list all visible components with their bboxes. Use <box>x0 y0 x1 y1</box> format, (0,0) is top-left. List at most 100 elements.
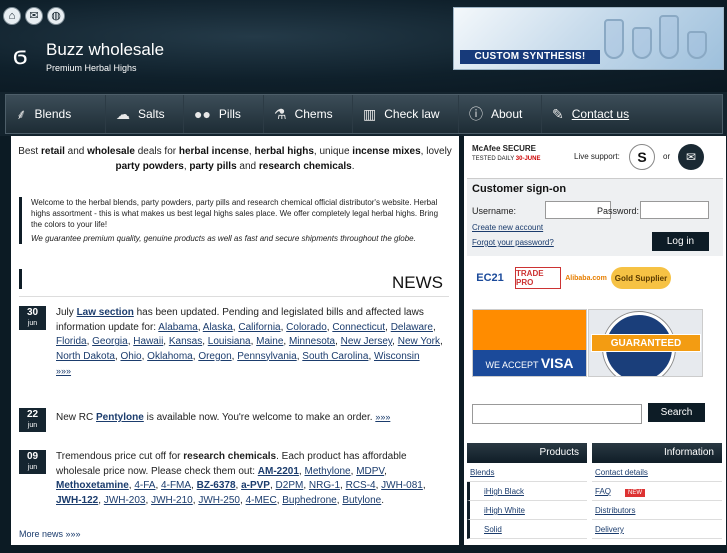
news-item: 22 jun New RC Pentylone is available now.… <box>19 408 449 438</box>
password-input[interactable] <box>640 201 709 219</box>
main-navigation: ⸙ Blends ☁ Salts ●● Pills ⚗ Chems ▥ Check law… <box>0 92 727 136</box>
sidebar: McAfee SECURE TESTED DAILY 30-JUNE Live … <box>464 136 726 545</box>
email-icon[interactable]: ✉ <box>678 144 704 170</box>
state-link[interactable]: Alabama <box>158 322 197 333</box>
information-menu: Information Contact details FAQ NEW Distr… <box>592 443 722 553</box>
state-link[interactable]: Oregon <box>198 351 231 362</box>
state-link[interactable]: Connecticut <box>332 322 385 333</box>
state-link[interactable]: Alaska <box>203 322 233 333</box>
custom-synthesis-banner[interactable]: CUSTOM SYNTHESIS! <box>453 7 724 70</box>
news-date: 22 jun <box>19 408 46 432</box>
welcome-paragraph: Welcome to the herbal blends, party powd… <box>31 198 439 229</box>
globe-icon[interactable]: ◍ <box>47 7 65 25</box>
state-link[interactable]: Wisconsin <box>374 351 420 362</box>
info-item-faq[interactable]: FAQ NEW <box>592 482 722 501</box>
password-label: Password: <box>597 206 640 216</box>
skype-icon[interactable]: S <box>629 144 655 170</box>
nav-check-law[interactable]: ▥ Check law <box>353 95 459 133</box>
gold-supplier-badge[interactable]: Gold Supplier <box>611 267 671 289</box>
state-link[interactable]: New Jersey <box>341 336 393 347</box>
product-link[interactable]: MDPV <box>356 466 384 477</box>
nav-blends[interactable]: ⸙ Blends <box>6 95 106 133</box>
nav-contact-us[interactable]: ✎ Contact us <box>542 95 722 133</box>
nav-pills[interactable]: ●● Pills <box>184 95 264 133</box>
nav-label: Contact us <box>571 107 630 121</box>
login-button[interactable]: Log in <box>652 232 709 251</box>
state-link[interactable]: New York <box>398 336 440 347</box>
search-button[interactable]: Search <box>648 403 705 422</box>
product-link[interactable]: JWH-210 <box>151 495 193 506</box>
mail-icon[interactable]: ✉ <box>25 7 43 25</box>
forgot-password-link[interactable]: Forgot your password? <box>472 238 554 247</box>
read-more-link[interactable]: »»» <box>56 366 71 376</box>
create-account-link[interactable]: Create new account <box>472 223 543 232</box>
ec21-badge[interactable]: EC21 <box>468 267 512 289</box>
sign-in-title: Customer sign-on <box>472 183 567 195</box>
state-link[interactable]: Ohio <box>120 351 141 362</box>
product-link[interactable]: a-PVP <box>241 480 270 491</box>
nav-label: Blends <box>34 107 72 121</box>
nav-salts[interactable]: ☁ Salts <box>106 95 184 133</box>
logo-icon[interactable]: ϭ <box>13 40 35 70</box>
product-link[interactable]: JWH-203 <box>104 495 146 506</box>
products-item-ihigh-white[interactable]: iHigh White <box>467 501 587 520</box>
state-link[interactable]: South Carolina <box>302 351 368 362</box>
tradepro-badge[interactable]: TRADE PRO <box>515 267 561 289</box>
state-link[interactable]: Colorado <box>286 322 327 333</box>
product-link[interactable]: JWH-250 <box>198 495 240 506</box>
news-item: 09 jun Tremendous price cut off for resea… <box>19 450 449 530</box>
live-support-label: Live support: <box>574 152 620 161</box>
state-link[interactable]: Maine <box>256 336 283 347</box>
product-link[interactable]: JWH-081 <box>381 480 423 491</box>
product-link[interactable]: Pentylone <box>96 412 144 423</box>
product-link[interactable]: NRG-1 <box>309 480 340 491</box>
site-tagline: Premium Herbal Highs <box>46 63 137 73</box>
state-link[interactable]: North Dakota <box>56 351 115 362</box>
law-section-link[interactable]: Law section <box>77 307 134 318</box>
products-item-blends[interactable]: Blends <box>467 463 587 482</box>
info-item-distributors[interactable]: Distributors <box>592 501 722 520</box>
product-link[interactable]: D2PM <box>276 480 304 491</box>
alibaba-badge[interactable]: Alibaba.com <box>564 267 608 289</box>
state-link[interactable]: Pennsylvania <box>237 351 296 362</box>
product-link[interactable]: JWH-122 <box>56 495 98 506</box>
sign-in-panel: Customer sign-on Username: Password: Cre… <box>467 178 723 256</box>
product-link[interactable]: 4-FMA <box>161 480 191 491</box>
flask-icon: ⚗ <box>274 105 287 122</box>
state-link[interactable]: California <box>238 322 280 333</box>
more-news-link[interactable]: More news »»» <box>19 529 81 539</box>
product-link[interactable]: Buphedrone <box>282 495 337 506</box>
product-link[interactable]: Methoxetamine <box>56 480 129 491</box>
state-link[interactable]: Delaware <box>391 322 433 333</box>
products-item-solid[interactable]: Solid <box>467 520 587 539</box>
product-link[interactable]: 4-MEC <box>246 495 277 506</box>
product-link[interactable]: Methylone <box>304 466 350 477</box>
leaf-icon: ⸙ <box>16 105 27 122</box>
news-date: 09 jun <box>19 450 46 474</box>
mcafee-secure-badge[interactable]: McAfee SECURE TESTED DAILY 30-JUNE <box>472 144 542 164</box>
state-link[interactable]: Louisiana <box>208 336 251 347</box>
flask-image <box>659 15 679 59</box>
state-link[interactable]: Kansas <box>169 336 202 347</box>
read-more-link[interactable]: »»» <box>375 412 390 422</box>
product-link[interactable]: 4-FA <box>134 480 155 491</box>
book-icon: ▥ <box>363 105 377 122</box>
search-input[interactable] <box>472 404 642 424</box>
state-link[interactable]: Florida <box>56 336 87 347</box>
state-link[interactable]: Georgia <box>92 336 128 347</box>
state-link[interactable]: Minnesota <box>289 336 335 347</box>
state-link[interactable]: Oklahoma <box>147 351 193 362</box>
product-link[interactable]: AM-2201 <box>258 466 299 477</box>
site-title[interactable]: Buzz wholesale <box>46 40 164 60</box>
info-item-delivery[interactable]: Delivery <box>592 520 722 539</box>
nav-about[interactable]: ⓘ About <box>459 95 542 133</box>
product-link[interactable]: RCS-4 <box>346 480 376 491</box>
state-link[interactable]: Hawaii <box>133 336 163 347</box>
news-header: NEWS <box>19 269 449 295</box>
home-icon[interactable]: ⌂ <box>3 7 21 25</box>
info-item-contact[interactable]: Contact details <box>592 463 722 482</box>
nav-chems[interactable]: ⚗ Chems <box>264 95 353 133</box>
product-link[interactable]: BZ-6378 <box>197 480 236 491</box>
product-link[interactable]: Butylone <box>342 495 381 506</box>
products-item-ihigh-black[interactable]: iHigh Black <box>467 482 587 501</box>
